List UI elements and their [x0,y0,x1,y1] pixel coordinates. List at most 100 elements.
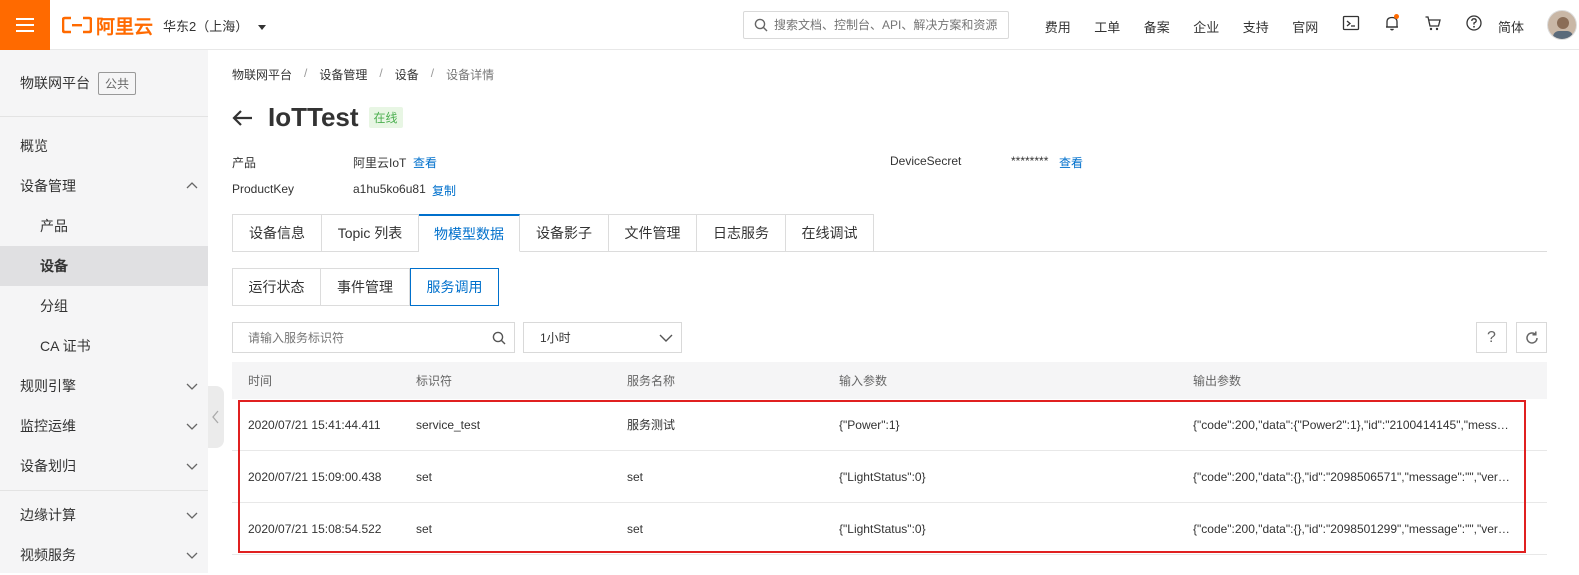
tab-device-info[interactable]: 设备信息 [232,214,322,252]
copy-link[interactable]: 复制 [432,182,456,199]
notification-dot [1394,14,1399,19]
breadcrumb-device-management[interactable]: 设备管理 [319,66,367,83]
sidebar-item-groups[interactable]: 分组 [0,286,208,326]
sidebar-item-edge-computing[interactable]: 边缘计算 [0,495,208,535]
sidebar: 物联网平台 公共 概览 设备管理 产品 设备 分组 CA 证书 规则引擎 监控运… [0,50,208,573]
col-input-params: 输入参数 [839,374,888,388]
productkey-label: ProductKey [232,182,295,196]
tab-log-service[interactable]: 日志服务 [697,214,786,252]
region-label: 华东2（上海） [163,19,249,34]
sidebar-item-label: 边缘计算 [20,507,76,523]
productkey-value: a1hu5ko6u81 [353,182,426,196]
language-switch[interactable]: 简体 [1498,17,1524,36]
col-identifier: 标识符 [416,374,453,388]
breadcrumb-device-detail: 设备详情 [446,68,495,82]
back-arrow-icon[interactable] [232,109,254,127]
col-output-params: 输出参数 [1193,374,1242,388]
aliyun-logo[interactable]: 阿里云 [62,12,153,38]
search-icon[interactable] [492,331,506,345]
sidebar-item-rule-engine[interactable]: 规则引擎 [0,366,208,406]
chevron-down-icon [659,334,673,342]
aliyun-mark-icon [62,16,92,34]
sidebar-item-label: 视频服务 [20,547,76,563]
sidebar-item-device-management[interactable]: 设备管理 [0,166,208,206]
sidebar-item-label: 概览 [20,138,48,154]
sidebar-item-label: 设备管理 [20,178,76,194]
sidebar-item-label: 产品 [40,218,68,234]
tabs-baseline [874,251,1547,252]
subtab-event-management[interactable]: 事件管理 [321,268,410,306]
sidebar-item-label: 分组 [40,298,68,314]
region-selector[interactable]: 华东2（上海） [163,16,267,35]
hamburger-icon [16,18,34,32]
chevron-up-icon [186,182,198,189]
top-nav: 费用 工单 备案 企业 支持 官网 [1033,17,1330,36]
breadcrumb: 物联网平台 / 设备管理 / 设备 / 设备详情 [232,66,495,83]
devicesecret-label: DeviceSecret [890,154,962,168]
breadcrumb-iot-platform[interactable]: 物联网平台 [232,66,292,83]
col-service-name: 服务名称 [627,374,676,388]
refresh-button[interactable] [1516,322,1547,353]
sidebar-item-products[interactable]: 产品 [0,206,208,246]
subtab-running-status[interactable]: 运行状态 [232,268,321,306]
tab-topic-list[interactable]: Topic 列表 [322,214,419,252]
sidebar-item-label: 设备 [40,258,68,274]
sidebar-item-device-assignment[interactable]: 设备划归 [0,446,208,486]
search-icon [754,18,768,32]
col-time: 时间 [248,374,273,388]
refresh-icon [1525,331,1538,344]
devicesecret-view-link[interactable]: 查看 [1059,154,1083,171]
tab-file-management[interactable]: 文件管理 [609,214,697,252]
main-tabs: 设备信息 Topic 列表 物模型数据 设备影子 文件管理 日志服务 在线调试 [232,214,874,252]
product-view-link[interactable]: 查看 [413,154,437,171]
cart-icon[interactable] [1412,14,1453,32]
sidebar-item-monitoring[interactable]: 监控运维 [0,406,208,446]
tab-online-debug[interactable]: 在线调试 [786,214,874,252]
sidebar-title: 物联网平台 [20,75,90,91]
tab-device-shadow[interactable]: 设备影子 [520,214,609,252]
nav-support[interactable]: 支持 [1231,17,1281,36]
sidebar-item-ca-cert[interactable]: CA 证书 [0,326,208,366]
highlight-box [238,400,1526,553]
chevron-down-icon [186,383,198,390]
chevron-down-icon [186,512,198,519]
chevron-down-icon [186,463,198,470]
breadcrumb-devices[interactable]: 设备 [395,66,419,83]
tab-thing-model-data[interactable]: 物模型数据 [419,214,520,252]
nav-enterprise[interactable]: 企业 [1182,17,1232,36]
title-row: IoTTest 在线 [232,102,403,133]
time-range-select[interactable]: 1小时 [523,322,682,353]
help-icon[interactable] [1453,14,1494,32]
help-button[interactable]: ? [1476,322,1507,353]
menu-button[interactable] [0,0,50,50]
bell-icon[interactable] [1371,14,1412,32]
subtab-service-calls[interactable]: 服务调用 [410,268,499,306]
product-value: 阿里云IoT [353,156,407,170]
nav-fees[interactable]: 费用 [1033,17,1083,36]
terminal-icon[interactable] [1330,14,1371,32]
sidebar-item-label: 监控运维 [20,418,76,434]
global-search[interactable] [743,11,1009,39]
sidebar-item-devices[interactable]: 设备 [0,246,208,286]
sidebar-collapse-handle[interactable] [208,386,224,448]
chevron-down-icon [186,423,198,430]
public-badge: 公共 [98,71,137,95]
devicesecret-value: ******** [1011,154,1049,168]
service-search-input[interactable] [248,330,488,345]
sidebar-item-video-service[interactable]: 视频服务 [0,535,208,575]
product-label: 产品 [232,156,257,170]
sidebar-item-label: 设备划归 [20,458,76,474]
top-bar: 阿里云 华东2（上海） 费用 工单 备案 企业 支持 官网 简体 [0,0,1579,50]
global-search-input[interactable] [774,18,1004,32]
chevron-left-icon [212,410,219,424]
status-badge: 在线 [368,107,403,128]
service-search[interactable] [232,322,515,353]
nav-official-site[interactable]: 官网 [1281,17,1331,36]
user-avatar[interactable] [1547,10,1577,40]
nav-icp[interactable]: 备案 [1132,17,1182,36]
nav-tickets[interactable]: 工单 [1083,17,1133,36]
sidebar-header: 物联网平台 公共 [0,50,208,116]
page-title: IoTTest [268,102,359,132]
chevron-down-icon [186,552,198,559]
sidebar-item-overview[interactable]: 概览 [0,126,208,166]
